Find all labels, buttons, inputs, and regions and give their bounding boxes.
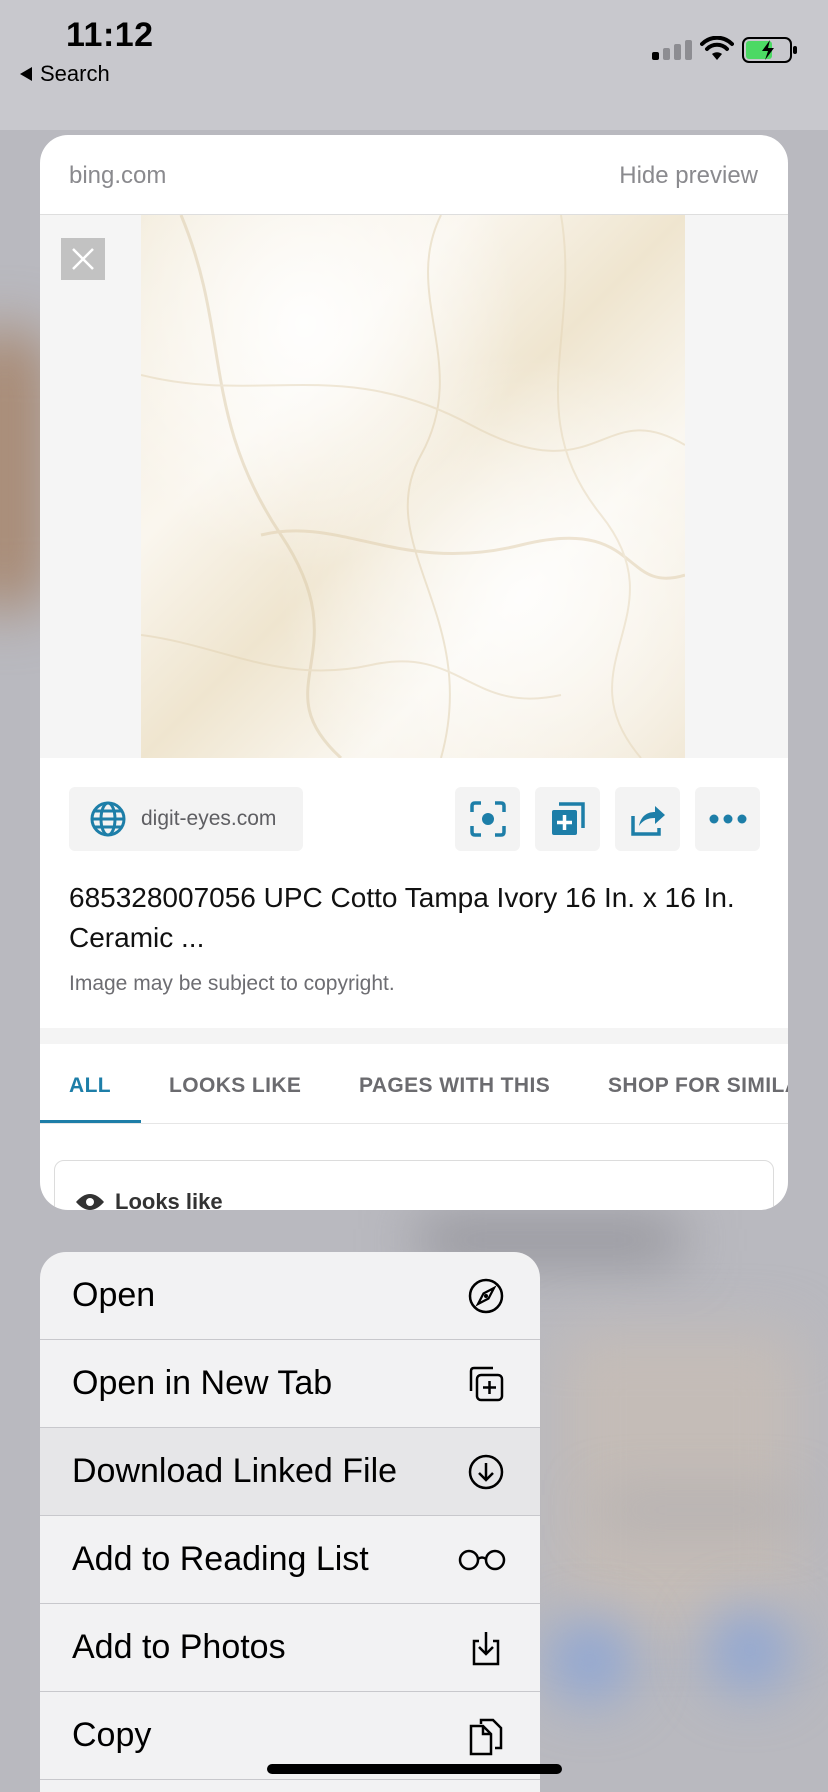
more-options-button[interactable] bbox=[695, 787, 760, 851]
tab-pages-with-this[interactable]: PAGES WITH THIS bbox=[359, 1074, 550, 1098]
new-tab-icon bbox=[466, 1364, 506, 1404]
clock: 11:12 bbox=[66, 16, 154, 54]
menu-item-label: Add to Photos bbox=[72, 1628, 286, 1666]
wifi-icon bbox=[700, 36, 734, 60]
more-icon bbox=[709, 814, 746, 824]
cellular-signal-icon bbox=[652, 38, 692, 60]
save-photo-icon bbox=[466, 1628, 506, 1668]
preview-header: bing.com Hide preview bbox=[40, 135, 788, 215]
share-button[interactable] bbox=[615, 787, 680, 851]
globe-icon bbox=[90, 801, 126, 837]
status-bar: 11:12 Search bbox=[0, 0, 828, 95]
back-label: Search bbox=[40, 61, 110, 86]
visual-search-button[interactable] bbox=[455, 787, 520, 851]
marble-tile-image[interactable] bbox=[141, 215, 685, 758]
preview-domain: bing.com bbox=[69, 162, 167, 189]
menu-item-open-new-tab[interactable]: Open in New Tab bbox=[40, 1340, 540, 1428]
link-preview-card[interactable]: bing.com Hide preview digit-eyes.com 685… bbox=[40, 135, 788, 1210]
active-tab-indicator bbox=[40, 1120, 141, 1123]
menu-item-label: Download Linked File bbox=[72, 1452, 398, 1490]
battery-charging-icon bbox=[742, 37, 797, 63]
tab-looks-like[interactable]: LOOKS LIKE bbox=[169, 1074, 301, 1098]
tab-all[interactable]: ALL bbox=[69, 1074, 111, 1098]
compass-icon bbox=[466, 1276, 506, 1316]
context-menu: Open Open in New Tab Download Linked Fil… bbox=[40, 1252, 540, 1792]
copyright-notice: Image may be subject to copyright. bbox=[69, 972, 395, 995]
result-title[interactable]: 685328007056 UPC Cotto Tampa Ivory 16 In… bbox=[69, 878, 769, 958]
menu-item-label: Open in New Tab bbox=[72, 1364, 333, 1402]
menu-item-label: Copy bbox=[72, 1716, 152, 1754]
menu-item-open[interactable]: Open bbox=[40, 1252, 540, 1340]
menu-item-add-to-photos[interactable]: Add to Photos bbox=[40, 1604, 540, 1692]
menu-item-download-linked-file[interactable]: Download Linked File bbox=[40, 1428, 540, 1516]
looks-like-label: Looks like bbox=[115, 1189, 223, 1210]
hide-preview-button[interactable]: Hide preview bbox=[619, 162, 758, 190]
add-collection-icon bbox=[551, 802, 585, 835]
visual-search-icon bbox=[469, 801, 506, 837]
back-to-search[interactable]: Search bbox=[20, 61, 110, 87]
home-indicator[interactable] bbox=[267, 1764, 562, 1774]
divider bbox=[40, 1028, 788, 1044]
looks-like-heading: Looks like bbox=[75, 1189, 223, 1210]
image-area bbox=[40, 215, 788, 758]
copy-icon bbox=[466, 1716, 506, 1756]
close-image-button[interactable] bbox=[61, 238, 105, 280]
menu-item-label: Add to Reading List bbox=[72, 1540, 369, 1578]
eye-icon bbox=[76, 1194, 104, 1210]
share-icon bbox=[630, 806, 665, 836]
tab-shop-for-similar[interactable]: SHOP FOR SIMILA bbox=[608, 1074, 788, 1098]
looks-like-section: Looks like bbox=[54, 1160, 774, 1210]
menu-item-add-reading-list[interactable]: Add to Reading List bbox=[40, 1516, 540, 1604]
menu-item-label: Open bbox=[72, 1276, 156, 1314]
source-link[interactable]: digit-eyes.com bbox=[69, 787, 303, 851]
result-tabs: ALL LOOKS LIKE PAGES WITH THIS SHOP FOR … bbox=[40, 1044, 788, 1124]
source-domain: digit-eyes.com bbox=[141, 807, 277, 830]
close-icon bbox=[72, 248, 94, 270]
glasses-icon bbox=[458, 1540, 506, 1580]
add-to-collection-button[interactable] bbox=[535, 787, 600, 851]
download-icon bbox=[466, 1452, 506, 1492]
preview-info: digit-eyes.com 685328007056 UPC Cotto Ta… bbox=[40, 758, 788, 1168]
back-arrow-icon bbox=[20, 67, 32, 81]
